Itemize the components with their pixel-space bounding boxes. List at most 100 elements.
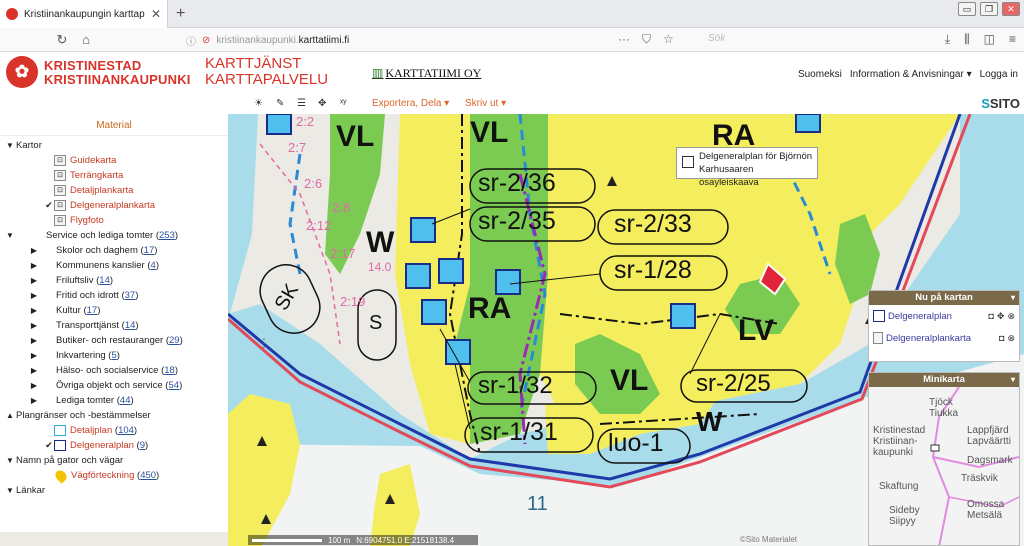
group-kartor[interactable]: ▼ Kartor <box>4 138 228 153</box>
layer-item-vagforteckning[interactable]: Vägförteckning (450) <box>4 467 228 484</box>
layer-item-guidekarta[interactable]: ⊡ Guidekarta <box>4 153 228 168</box>
library-icon[interactable]: ⫼ <box>964 32 970 47</box>
expand-icon[interactable]: ▶ <box>28 351 40 360</box>
service-category-item[interactable]: ▶ Skolor och daghem (17) <box>4 243 228 258</box>
measure-icon[interactable]: ✎ <box>276 98 284 109</box>
service-category-count[interactable]: 37 <box>125 290 136 301</box>
reload-icon[interactable]: ↻ <box>50 32 74 48</box>
service-category-count[interactable]: 17 <box>144 245 155 256</box>
layer-item-detaljplankarta[interactable]: ⊡ Detaljplankarta <box>4 183 228 198</box>
bookmark-star-icon[interactable]: ☆ <box>663 32 674 47</box>
group-lankar[interactable]: ▼ Länkar <box>4 483 228 498</box>
minimap-viewport[interactable] <box>930 444 940 452</box>
layer-count[interactable]: 450 <box>140 470 156 481</box>
service-category-item[interactable]: ▶ Övriga objekt och service (54) <box>4 378 228 393</box>
minimap-canvas[interactable]: Tjöck Tiukka Kristinestad Kristiinan- ka… <box>869 387 1019 545</box>
service-category-count[interactable]: 14 <box>125 320 136 331</box>
expand-icon[interactable]: ▶ <box>28 246 40 255</box>
search-input[interactable]: Sök <box>708 33 725 44</box>
expand-icon[interactable]: ▶ <box>28 306 40 315</box>
collapse-icon[interactable]: ▼ <box>4 231 16 240</box>
browser-tab[interactable]: Kristiinankaupungin karttapal ✕ <box>0 0 168 28</box>
layer-count[interactable]: 9 <box>140 440 145 451</box>
service-category-item[interactable]: ▶ Kultur (17) <box>4 303 228 318</box>
new-tab-icon[interactable]: + <box>176 5 185 23</box>
checkmark-icon[interactable]: ✔ <box>44 200 54 211</box>
service-category-count[interactable]: 14 <box>99 275 110 286</box>
expand-icon[interactable]: ▶ <box>28 336 40 345</box>
download-icon[interactable]: ⤓ <box>945 32 950 47</box>
service-category-count[interactable]: 5 <box>111 350 116 361</box>
expand-icon[interactable]: ▶ <box>28 381 40 390</box>
collapse-icon[interactable]: ▼ <box>4 456 16 465</box>
group-plan[interactable]: ▲ Plangränser och -bestämmelser <box>4 408 228 423</box>
map-tooltip[interactable]: Delgeneralplan för Björnön Karhusaaren o… <box>676 147 818 188</box>
export-share-button[interactable]: Exportera, Dela ▾ <box>372 98 449 109</box>
info-icon[interactable]: ⓘ <box>186 33 196 48</box>
move-layer-icon[interactable]: ✥ <box>997 311 1005 322</box>
service-category-item[interactable]: ▶ Fritid och idrott (37) <box>4 288 228 303</box>
pan-handle-icon[interactable]: ⋮ <box>258 336 270 350</box>
minimize-icon[interactable]: ▭ <box>958 2 976 16</box>
login-link[interactable]: Logga in <box>980 69 1018 80</box>
service-category-item[interactable]: ▶ Butiker- och restauranger (29) <box>4 333 228 348</box>
close-tab-icon[interactable]: ✕ <box>151 7 161 21</box>
print-button[interactable]: Skriv ut ▾ <box>465 98 506 109</box>
service-category-item[interactable]: ▶ Kommunens kanslier (4) <box>4 258 228 273</box>
service-category-count[interactable]: 18 <box>164 365 175 376</box>
url-bar[interactable]: ⓘ ⊘ kristiinankaupunki. karttatiimi.fi <box>186 31 686 49</box>
service-category-count[interactable]: 54 <box>168 380 179 391</box>
service-category-count[interactable]: 17 <box>87 305 98 316</box>
provider-link[interactable]: ▥ KARTTATIIMI OY <box>372 66 481 81</box>
more-icon[interactable]: ··· <box>618 32 630 47</box>
service-category-item[interactable]: ▶ Transporttjänst (14) <box>4 318 228 333</box>
opacity-icon[interactable]: ◘ <box>988 311 993 321</box>
collapse-icon[interactable]: ▼ <box>4 486 16 495</box>
home-icon[interactable]: ⌂ <box>74 32 98 47</box>
brightness-icon[interactable]: ☀ <box>254 98 263 109</box>
opacity-icon[interactable]: ◘ <box>999 333 1004 343</box>
city-logo-icon[interactable]: ✿ <box>6 56 38 88</box>
legend-icon[interactable]: ☰ <box>297 98 306 109</box>
move-icon[interactable]: ✥ <box>318 98 326 109</box>
menu-icon[interactable]: ≡ <box>1009 32 1016 47</box>
expand-icon[interactable]: ▶ <box>28 276 40 285</box>
expand-icon[interactable]: ▶ <box>28 321 40 330</box>
layer-item-detaljplan[interactable]: Detaljplan (104) <box>4 423 228 438</box>
checkmark-icon[interactable]: ✔ <box>44 440 54 451</box>
layer-item-delgeneralplankarta[interactable]: ✔ ⊡ Delgeneralplankarta <box>4 198 228 213</box>
close-window-icon[interactable]: ✕ <box>1002 2 1020 16</box>
minimap-header[interactable]: Minikarta ▾ <box>869 373 1019 387</box>
remove-layer-icon[interactable]: ⊗ <box>1007 333 1015 344</box>
coordinates-icon[interactable]: ˣʸ <box>340 98 347 109</box>
layer-item-delgeneralplan[interactable]: ✔ Delgeneralplan (9) <box>4 438 228 453</box>
layer-count[interactable]: 104 <box>118 425 134 436</box>
layer-item-terrangkarta[interactable]: ⊡ Terrängkarta <box>4 168 228 183</box>
pocket-icon[interactable]: ⛉ <box>642 32 651 47</box>
expand-icon[interactable]: ▶ <box>28 366 40 375</box>
restore-icon[interactable]: ❐ <box>980 2 998 16</box>
expand-icon[interactable]: ▶ <box>28 261 40 270</box>
group-count[interactable]: 253 <box>159 230 175 241</box>
active-layer-item[interactable]: Delgeneralplan ◘ ✥ ⊗ <box>869 305 1019 327</box>
tooltip-checkbox[interactable] <box>682 156 694 168</box>
collapse-icon[interactable]: ▼ <box>4 141 16 150</box>
now-on-map-header[interactable]: Nu på kartan ▾ <box>869 291 1019 305</box>
info-link[interactable]: Information & Anvisningar ▾ <box>850 69 972 80</box>
group-roads[interactable]: ▼ Namn på gator och vägar <box>4 453 228 468</box>
service-category-item[interactable]: ▶ Lediga tomter (44) <box>4 393 228 408</box>
service-category-count[interactable]: 29 <box>169 335 180 346</box>
collapse-icon[interactable]: ▲ <box>4 411 16 420</box>
language-link[interactable]: Suomeksi <box>798 69 842 80</box>
active-layer-item[interactable]: Delgeneralplankarta ◘ ⊗ <box>869 327 1019 349</box>
service-category-count[interactable]: 4 <box>151 260 156 271</box>
collapse-panel-icon[interactable]: ▾ <box>1011 291 1015 305</box>
expand-icon[interactable]: ▶ <box>28 396 40 405</box>
layer-item-flygfoto[interactable]: ⊡ Flygfoto <box>4 213 228 228</box>
service-category-item[interactable]: ▶ Hälso- och socialservice (18) <box>4 363 228 378</box>
service-category-item[interactable]: ▶ Friluftsliv (14) <box>4 273 228 288</box>
sidebar-icon[interactable]: ◫ <box>984 32 995 47</box>
group-service[interactable]: ▼ Service och lediga tomter (253) <box>4 228 228 243</box>
service-category-count[interactable]: 44 <box>120 395 131 406</box>
remove-layer-icon[interactable]: ⊗ <box>1007 311 1015 322</box>
